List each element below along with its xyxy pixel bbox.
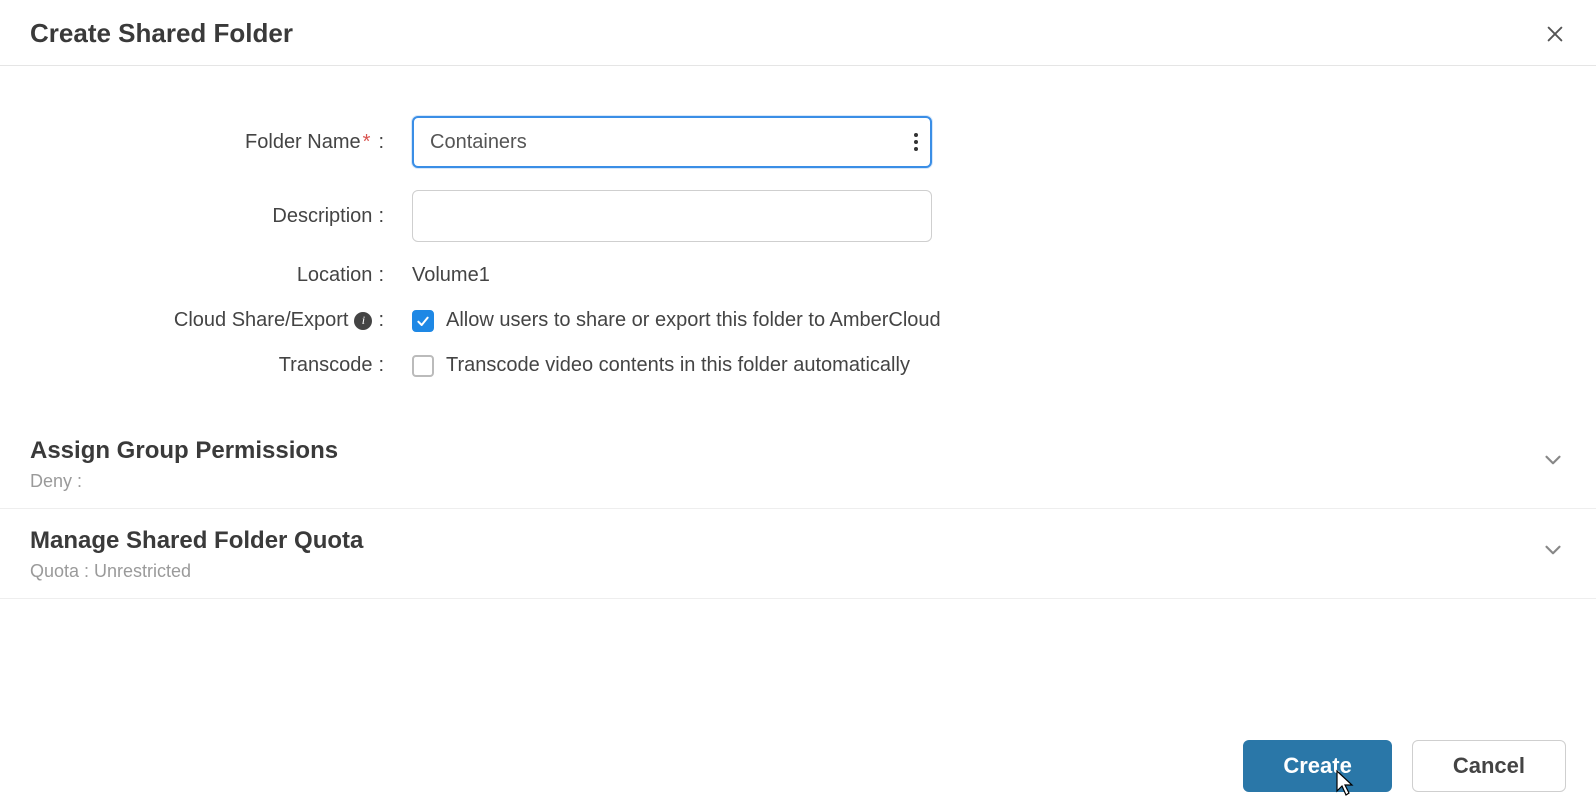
location-value: Volume1 — [412, 264, 490, 287]
section-permissions[interactable]: Assign Group Permissions Deny : — [0, 419, 1596, 509]
row-description: Description: — [30, 190, 1566, 242]
folder-name-input[interactable] — [412, 116, 932, 168]
dialog-header: Create Shared Folder — [0, 0, 1596, 66]
row-transcode: Transcode: Transcode video contents in t… — [30, 354, 1566, 377]
cancel-button[interactable]: Cancel — [1412, 740, 1566, 792]
info-icon[interactable]: i — [354, 312, 372, 330]
dialog-title: Create Shared Folder — [30, 18, 293, 49]
form-area: Folder Name*: Description: Location: Vol… — [0, 66, 1596, 419]
more-dots-icon[interactable] — [914, 133, 918, 151]
row-cloud-share: Cloud Share/Export i : Allow users to sh… — [30, 309, 1566, 332]
row-folder-name: Folder Name*: — [30, 116, 1566, 168]
cloud-share-checkbox[interactable] — [412, 310, 434, 332]
dialog-footer: Create Cancel — [1243, 740, 1566, 792]
label-location: Location: — [30, 264, 390, 287]
section-quota[interactable]: Manage Shared Folder Quota Quota : Unres… — [0, 509, 1596, 599]
label-cloud-share: Cloud Share/Export i : — [30, 309, 390, 332]
label-folder-name: Folder Name*: — [30, 131, 390, 154]
quota-sub: Quota : Unrestricted — [30, 561, 363, 582]
create-button[interactable]: Create — [1243, 740, 1391, 792]
label-transcode: Transcode: — [30, 354, 390, 377]
cloud-share-text: Allow users to share or export this fold… — [446, 309, 941, 332]
quota-title: Manage Shared Folder Quota — [30, 527, 363, 555]
row-location: Location: Volume1 — [30, 264, 1566, 287]
permissions-title: Assign Group Permissions — [30, 437, 338, 465]
chevron-down-icon — [1540, 537, 1566, 568]
label-description: Description: — [30, 205, 390, 228]
transcode-checkbox[interactable] — [412, 355, 434, 377]
chevron-down-icon — [1540, 447, 1566, 478]
transcode-text: Transcode video contents in this folder … — [446, 354, 910, 377]
permissions-sub: Deny : — [30, 471, 338, 492]
close-icon[interactable] — [1544, 23, 1566, 45]
description-input[interactable] — [412, 190, 932, 242]
